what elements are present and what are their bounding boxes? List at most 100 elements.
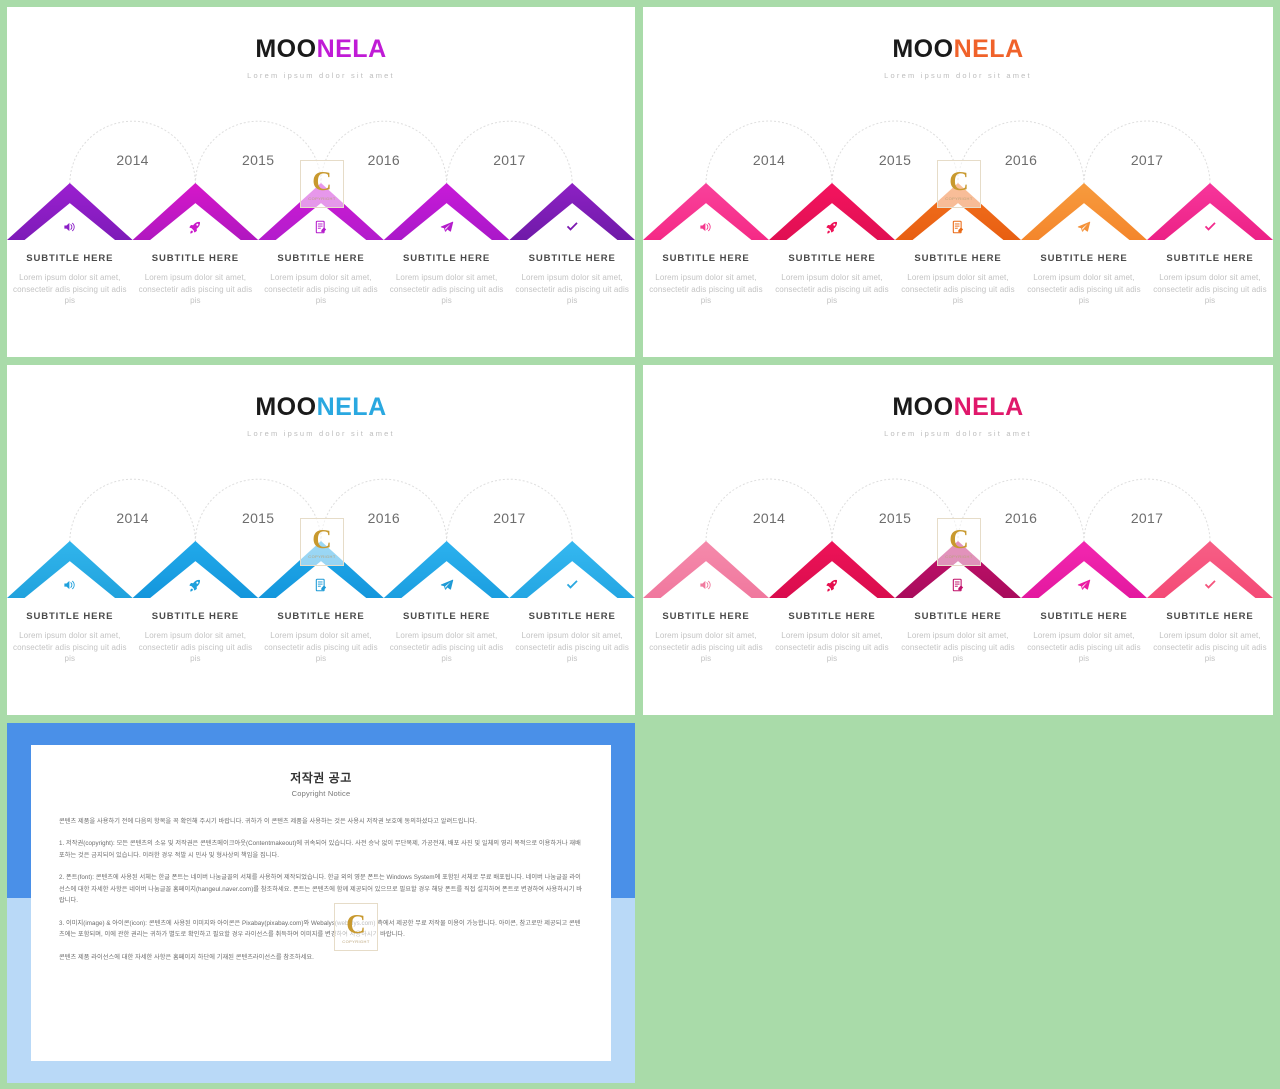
brand-logo: MOONELA Lorem ipsum dolor sit amet bbox=[7, 35, 635, 81]
caption-body: Lorem ipsum dolor sit amet, consectetir … bbox=[138, 273, 253, 306]
copyright-paragraph: 콘텐츠 제품 라이선스에 대한 자세한 사항은 홈페이지 하단에 기재된 콘텐츠… bbox=[59, 953, 314, 961]
check-icon bbox=[565, 220, 580, 239]
caption-row: SUBTITLE HERE Lorem ipsum dolor sit amet,… bbox=[7, 253, 635, 307]
caption-body: Lorem ipsum dolor sit amet, consectetir … bbox=[389, 273, 504, 306]
caption-body: Lorem ipsum dolor sit amet, consectetir … bbox=[264, 631, 378, 664]
caption-body: Lorem ipsum dolor sit amet, consectetir … bbox=[13, 273, 127, 306]
caption-title: SUBTITLE HERE bbox=[528, 253, 616, 264]
speaker-icon bbox=[699, 220, 714, 239]
note-icon bbox=[951, 578, 966, 597]
slide-panel-blue[interactable]: MOONELA Lorem ipsum dolor sit amet 2014 2… bbox=[7, 365, 635, 715]
rocket-icon bbox=[188, 220, 203, 239]
caption-title: SUBTITLE HERE bbox=[277, 611, 365, 622]
paper-plane-icon bbox=[1077, 220, 1092, 239]
speaker-icon bbox=[62, 220, 77, 239]
slide-deck-canvas: MOONELA Lorem ipsum dolor sit amet 2014 2… bbox=[0, 0, 1280, 1089]
caption-title: SUBTITLE HERE bbox=[914, 253, 1002, 264]
caption-body: Lorem ipsum dolor sit amet, consectetir … bbox=[515, 273, 629, 306]
slide-panel-pink[interactable]: MOONELA Lorem ipsum dolor sit amet 2014 2… bbox=[643, 365, 1273, 715]
timeline-icons bbox=[643, 470, 1273, 600]
caption-title: SUBTITLE HERE bbox=[402, 611, 491, 622]
caption-column: SUBTITLE HERE Lorem ipsum dolor sit amet,… bbox=[769, 611, 895, 665]
brand-tagline: Lorem ipsum dolor sit amet bbox=[884, 71, 1032, 80]
note-icon bbox=[314, 578, 329, 597]
brand-name-accent: NELA bbox=[953, 35, 1024, 63]
caption-column: SUBTITLE HERE Lorem ipsum dolor sit amet,… bbox=[509, 253, 635, 307]
caption-column: SUBTITLE HERE Lorem ipsum dolor sit amet,… bbox=[384, 253, 510, 307]
copyright-panel[interactable]: 저작권 공고 Copyright Notice 콘텐츠 제품을 사용하기 전에 … bbox=[7, 723, 635, 1083]
slide-panel-orange[interactable]: MOONELA Lorem ipsum dolor sit amet 2014 2… bbox=[643, 7, 1273, 357]
caption-title: SUBTITLE HERE bbox=[662, 611, 750, 622]
brand-name-accent: NELA bbox=[316, 393, 387, 421]
copyright-paragraph: 2. 폰트(font): 콘텐츠에 사용된 서체는 한글 폰트는 네이버 나눔글… bbox=[59, 874, 582, 905]
caption-column: SUBTITLE HERE Lorem ipsum dolor sit amet,… bbox=[509, 611, 635, 665]
caption-column: SUBTITLE HERE Lorem ipsum dolor sit amet,… bbox=[643, 253, 769, 307]
caption-title: SUBTITLE HERE bbox=[1166, 611, 1254, 622]
caption-title: SUBTITLE HERE bbox=[788, 611, 876, 622]
check-icon bbox=[565, 578, 580, 597]
caption-body: Lorem ipsum dolor sit amet, consectetir … bbox=[1027, 631, 1141, 664]
caption-body: Lorem ipsum dolor sit amet, consectetir … bbox=[775, 631, 889, 664]
timeline-graphic: 2014 2015 2016 2017 bbox=[643, 470, 1273, 600]
timeline-icons bbox=[7, 470, 635, 600]
caption-title: SUBTITLE HERE bbox=[151, 253, 239, 264]
caption-body: Lorem ipsum dolor sit amet, consectetir … bbox=[901, 631, 1015, 664]
copyright-sheet: 저작권 공고 Copyright Notice 콘텐츠 제품을 사용하기 전에 … bbox=[31, 745, 611, 1061]
paper-plane-icon bbox=[1077, 578, 1092, 597]
caption-body: Lorem ipsum dolor sit amet, consectetir … bbox=[649, 631, 763, 664]
caption-title: SUBTITLE HERE bbox=[26, 253, 114, 264]
brand-name-dark: MOO bbox=[255, 393, 317, 421]
caption-column: SUBTITLE HERE Lorem ipsum dolor sit amet,… bbox=[133, 611, 259, 665]
copyright-title: 저작권 공고 bbox=[290, 771, 352, 785]
caption-body: Lorem ipsum dolor sit amet, consectetir … bbox=[138, 631, 253, 664]
caption-row: SUBTITLE HERE Lorem ipsum dolor sit amet,… bbox=[643, 253, 1273, 307]
caption-body: Lorem ipsum dolor sit amet, consectetir … bbox=[515, 631, 629, 664]
paper-plane-icon bbox=[439, 578, 454, 597]
caption-column: SUBTITLE HERE Lorem ipsum dolor sit amet,… bbox=[7, 611, 133, 665]
caption-body: Lorem ipsum dolor sit amet, consectetir … bbox=[775, 273, 889, 306]
caption-body: Lorem ipsum dolor sit amet, consectetir … bbox=[1027, 273, 1141, 306]
brand-name-dark: MOO bbox=[892, 35, 954, 63]
copyright-body: 콘텐츠 제품을 사용하기 전에 다음의 항목을 꼭 확인해 주시기 바랍니다. … bbox=[59, 816, 583, 963]
caption-body: Lorem ipsum dolor sit amet, consectetir … bbox=[13, 631, 127, 664]
caption-column: SUBTITLE HERE Lorem ipsum dolor sit amet,… bbox=[258, 611, 384, 665]
timeline-graphic: 2014 2015 2016 2017 bbox=[7, 470, 635, 600]
caption-row: SUBTITLE HERE Lorem ipsum dolor sit amet,… bbox=[643, 611, 1273, 665]
caption-title: SUBTITLE HERE bbox=[788, 253, 876, 264]
brand-tagline: Lorem ipsum dolor sit amet bbox=[247, 429, 395, 438]
caption-body: Lorem ipsum dolor sit amet, consectetir … bbox=[901, 273, 1015, 306]
caption-body: Lorem ipsum dolor sit amet, consectetir … bbox=[649, 273, 763, 306]
caption-column: SUBTITLE HERE Lorem ipsum dolor sit amet,… bbox=[258, 253, 384, 307]
caption-column: SUBTITLE HERE Lorem ipsum dolor sit amet,… bbox=[769, 253, 895, 307]
caption-column: SUBTITLE HERE Lorem ipsum dolor sit amet,… bbox=[1021, 253, 1147, 307]
brand-tagline: Lorem ipsum dolor sit amet bbox=[247, 71, 395, 80]
caption-column: SUBTITLE HERE Lorem ipsum dolor sit amet,… bbox=[7, 253, 133, 307]
caption-body: Lorem ipsum dolor sit amet, consectetir … bbox=[1153, 631, 1267, 664]
rocket-icon bbox=[825, 578, 840, 597]
caption-row: SUBTITLE HERE Lorem ipsum dolor sit amet,… bbox=[7, 611, 635, 665]
copyright-paragraph: 1. 저작권(copyright): 모든 콘텐츠의 소유 및 저작권은 콘텐츠… bbox=[59, 840, 581, 859]
copyright-subtitle: Copyright Notice bbox=[291, 789, 351, 798]
check-icon bbox=[1203, 220, 1218, 239]
caption-title: SUBTITLE HERE bbox=[914, 611, 1002, 622]
caption-title: SUBTITLE HERE bbox=[1166, 253, 1254, 264]
brand-name-accent: NELA bbox=[316, 35, 387, 63]
caption-column: SUBTITLE HERE Lorem ipsum dolor sit amet,… bbox=[895, 611, 1021, 665]
slide-panel-purple[interactable]: MOONELA Lorem ipsum dolor sit amet 2014 2… bbox=[7, 7, 635, 357]
speaker-icon bbox=[699, 578, 714, 597]
caption-body: Lorem ipsum dolor sit amet, consectetir … bbox=[389, 631, 504, 664]
caption-title: SUBTITLE HERE bbox=[1040, 253, 1128, 264]
paper-plane-icon bbox=[439, 220, 454, 239]
brand-logo: MOONELA Lorem ipsum dolor sit amet bbox=[7, 393, 635, 439]
caption-title: SUBTITLE HERE bbox=[26, 611, 114, 622]
caption-title: SUBTITLE HERE bbox=[1040, 611, 1128, 622]
caption-column: SUBTITLE HERE Lorem ipsum dolor sit amet,… bbox=[1147, 253, 1273, 307]
check-icon bbox=[1203, 578, 1218, 597]
caption-title: SUBTITLE HERE bbox=[528, 611, 616, 622]
rocket-icon bbox=[188, 578, 203, 597]
caption-column: SUBTITLE HERE Lorem ipsum dolor sit amet,… bbox=[895, 253, 1021, 307]
caption-title: SUBTITLE HERE bbox=[402, 253, 491, 264]
caption-title: SUBTITLE HERE bbox=[277, 253, 365, 264]
speaker-icon bbox=[62, 578, 77, 597]
timeline-graphic: 2014 2015 2016 2017 bbox=[7, 112, 635, 242]
